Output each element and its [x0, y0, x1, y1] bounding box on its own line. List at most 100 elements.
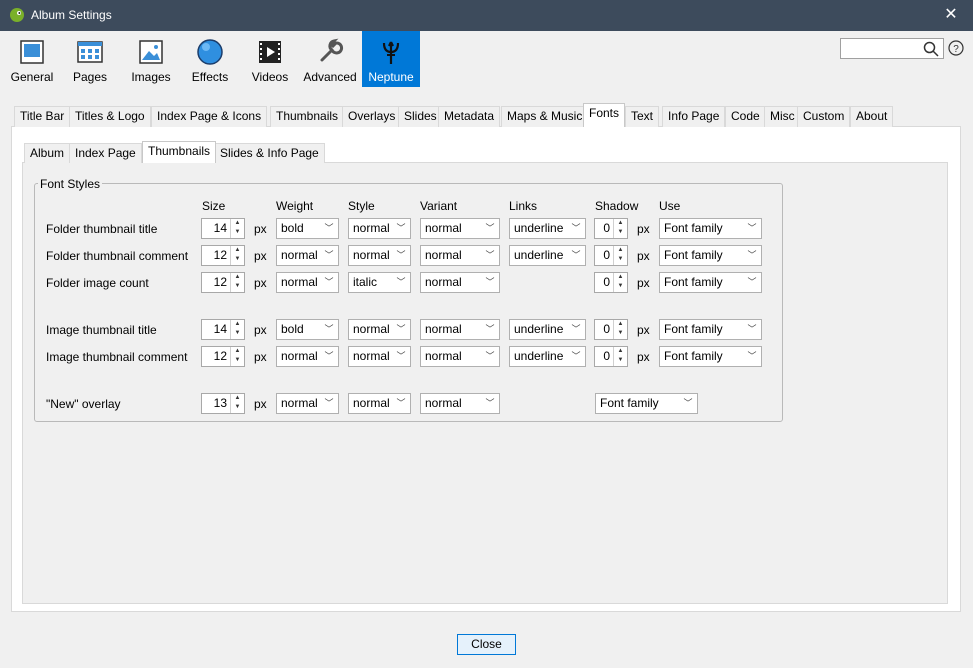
spin-up-icon[interactable]: ▲: [614, 347, 627, 356]
subtab-slides-info-page[interactable]: Slides & Info Page: [214, 143, 325, 163]
use-select[interactable]: Font family ﹀: [595, 393, 698, 414]
variant-select[interactable]: normal ﹀: [420, 245, 500, 266]
close-button[interactable]: Close: [457, 634, 516, 655]
variant-select[interactable]: normal ﹀: [420, 346, 500, 367]
toolbar-effects-button[interactable]: Effects: [184, 31, 236, 87]
toolbar-images-button[interactable]: Images: [124, 31, 178, 87]
row-label: Image thumbnail comment: [46, 350, 188, 364]
tab-maps-music[interactable]: Maps & Music: [501, 106, 589, 127]
style-select[interactable]: normal ﹀: [348, 218, 411, 239]
spin-up-icon[interactable]: ▲: [614, 219, 627, 228]
spinner-arrows: ▲ ▼: [613, 347, 627, 366]
tab-titles-logo[interactable]: Titles & Logo: [69, 106, 151, 127]
weight-select[interactable]: normal ﹀: [276, 245, 339, 266]
header-style: Style: [348, 199, 375, 213]
window-close-button[interactable]: ✕: [929, 0, 973, 31]
toolbar-general-button[interactable]: General: [5, 31, 59, 87]
tab-misc[interactable]: Misc: [764, 106, 801, 127]
tab-info-page[interactable]: Info Page: [662, 106, 726, 127]
search-input[interactable]: [840, 38, 944, 59]
tab-slides[interactable]: Slides: [398, 106, 443, 127]
subtab-album[interactable]: Album: [24, 143, 71, 163]
tab-fonts[interactable]: Fonts: [583, 103, 626, 127]
style-select[interactable]: normal ﹀: [348, 245, 411, 266]
tab-metadata[interactable]: Metadata: [438, 106, 501, 127]
spin-up-icon[interactable]: ▲: [614, 273, 627, 282]
spin-down-icon[interactable]: ▼: [614, 255, 627, 264]
toolbar-neptune-button[interactable]: Neptune: [362, 31, 420, 87]
shadow-spinner[interactable]: 0 ▲ ▼: [594, 218, 628, 239]
spin-down-icon[interactable]: ▼: [614, 282, 627, 291]
tab-custom[interactable]: Custom: [797, 106, 851, 127]
toolbar-pages-button[interactable]: Pages: [64, 31, 116, 87]
size-spinner[interactable]: 12 ▲ ▼: [201, 272, 245, 293]
spin-up-icon[interactable]: ▲: [231, 347, 244, 356]
tab-thumbnails[interactable]: Thumbnails: [270, 106, 345, 127]
spin-down-icon[interactable]: ▼: [231, 255, 244, 264]
style-select[interactable]: normal ﹀: [348, 393, 411, 414]
size-spinner[interactable]: 14 ▲ ▼: [201, 218, 245, 239]
weight-select[interactable]: normal ﹀: [276, 272, 339, 293]
use-select[interactable]: Font family ﹀: [659, 245, 762, 266]
spin-down-icon[interactable]: ▼: [614, 356, 627, 365]
shadow-spinner[interactable]: 0 ▲ ▼: [594, 319, 628, 340]
tab-index-page-icons[interactable]: Index Page & Icons: [151, 106, 268, 127]
use-select[interactable]: Font family ﹀: [659, 346, 762, 367]
size-spinner[interactable]: 14 ▲ ▼: [201, 319, 245, 340]
tab-about[interactable]: About: [850, 106, 894, 127]
links-select[interactable]: underline ﹀: [509, 245, 586, 266]
spin-down-icon[interactable]: ▼: [614, 329, 627, 338]
spin-down-icon[interactable]: ▼: [231, 282, 244, 291]
toolbar-videos-button[interactable]: Videos: [245, 31, 295, 87]
spin-up-icon[interactable]: ▲: [614, 320, 627, 329]
spin-down-icon[interactable]: ▼: [231, 403, 244, 412]
variant-select[interactable]: normal ﹀: [420, 272, 500, 293]
help-icon[interactable]: ?: [948, 40, 964, 56]
variant-select[interactable]: normal ﹀: [420, 218, 500, 239]
spin-up-icon[interactable]: ▲: [231, 273, 244, 282]
header-shadow: Shadow: [595, 199, 639, 213]
shadow-spinner[interactable]: 0 ▲ ▼: [594, 272, 628, 293]
spin-up-icon[interactable]: ▲: [231, 394, 244, 403]
spin-down-icon[interactable]: ▼: [231, 228, 244, 237]
tab-code[interactable]: Code: [725, 106, 766, 127]
spin-up-icon[interactable]: ▲: [231, 219, 244, 228]
variant-value: normal: [425, 248, 462, 262]
shadow-spinner[interactable]: 0 ▲ ▼: [594, 346, 628, 367]
spin-up-icon[interactable]: ▲: [231, 246, 244, 255]
spin-down-icon[interactable]: ▼: [614, 228, 627, 237]
spin-down-icon[interactable]: ▼: [231, 329, 244, 338]
size-spinner[interactable]: 12 ▲ ▼: [201, 245, 245, 266]
toolbar-advanced-button[interactable]: Advanced: [300, 31, 360, 87]
search-icon[interactable]: [923, 41, 939, 57]
weight-select[interactable]: bold ﹀: [276, 218, 339, 239]
style-select[interactable]: italic ﹀: [348, 272, 411, 293]
spin-up-icon[interactable]: ▲: [231, 320, 244, 329]
style-select[interactable]: normal ﹀: [348, 346, 411, 367]
links-select[interactable]: underline ﹀: [509, 319, 586, 340]
links-select[interactable]: underline ﹀: [509, 218, 586, 239]
chevron-down-icon: ﹀: [747, 351, 757, 361]
chevron-down-icon: ﹀: [571, 250, 581, 260]
links-value: underline: [514, 322, 564, 336]
use-select[interactable]: Font family ﹀: [659, 218, 762, 239]
shadow-spinner[interactable]: 0 ▲ ▼: [594, 245, 628, 266]
weight-select[interactable]: bold ﹀: [276, 319, 339, 340]
weight-select[interactable]: normal ﹀: [276, 346, 339, 367]
variant-select[interactable]: normal ﹀: [420, 319, 500, 340]
style-select[interactable]: normal ﹀: [348, 319, 411, 340]
variant-select[interactable]: normal ﹀: [420, 393, 500, 414]
use-select[interactable]: Font family ﹀: [659, 272, 762, 293]
tab-text[interactable]: Text: [625, 106, 660, 127]
tab-overlays[interactable]: Overlays: [342, 106, 402, 127]
weight-select[interactable]: normal ﹀: [276, 393, 339, 414]
size-spinner[interactable]: 13 ▲ ▼: [201, 393, 245, 414]
links-select[interactable]: underline ﹀: [509, 346, 586, 367]
size-spinner[interactable]: 12 ▲ ▼: [201, 346, 245, 367]
subtab-thumbnails[interactable]: Thumbnails: [142, 141, 217, 163]
subtab-index-page[interactable]: Index Page: [69, 143, 142, 163]
use-select[interactable]: Font family ﹀: [659, 319, 762, 340]
tab-title-bar[interactable]: Title Bar: [14, 106, 71, 127]
spin-up-icon[interactable]: ▲: [614, 246, 627, 255]
spin-down-icon[interactable]: ▼: [231, 356, 244, 365]
